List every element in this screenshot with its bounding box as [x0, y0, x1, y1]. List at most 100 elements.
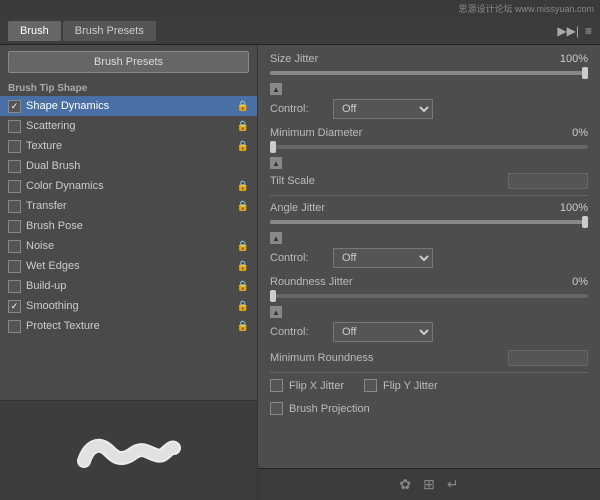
item-label: Protect Texture — [26, 320, 237, 332]
tilt-scale-input[interactable] — [508, 173, 588, 189]
footer-icon-2[interactable]: ⊞ — [423, 476, 435, 493]
list-item[interactable]: Color Dynamics 🔒 — [0, 176, 257, 196]
size-jitter-row: Size Jitter 100% — [270, 53, 588, 65]
list-item[interactable]: Scattering 🔒 — [0, 116, 257, 136]
min-roundness-row: Minimum Roundness — [270, 350, 588, 366]
footer-icon-3[interactable]: ↵ — [447, 476, 459, 493]
control-select-3[interactable]: Off Fade Pen Pressure Pen Tilt — [333, 322, 433, 342]
list-item[interactable]: ✓ Smoothing 🔒 — [0, 296, 257, 316]
tab-brush[interactable]: Brush — [8, 21, 61, 41]
control-label-2: Control: — [270, 252, 325, 264]
checkbox[interactable] — [8, 280, 21, 293]
size-jitter-value: 100% — [538, 53, 588, 65]
item-label: Texture — [26, 140, 237, 152]
list-item[interactable]: Noise 🔒 — [0, 236, 257, 256]
flip-y-row: Flip Y Jitter — [364, 379, 438, 392]
brush-list: ✓ Shape Dynamics 🔒 Scattering 🔒 Texture … — [0, 96, 257, 400]
min-roundness-input[interactable] — [508, 350, 588, 366]
scroll-arrow-3[interactable]: ▲ — [270, 232, 282, 244]
lock-icon: 🔒 — [237, 201, 249, 212]
header-tabs: Brush Brush Presets — [8, 21, 156, 41]
checkbox[interactable] — [8, 180, 21, 193]
flip-y-label: Flip Y Jitter — [383, 380, 438, 392]
flip-x-checkbox[interactable] — [270, 379, 283, 392]
checkbox[interactable] — [8, 160, 21, 173]
tilt-scale-row: Tilt Scale — [270, 173, 588, 189]
checkbox[interactable] — [8, 260, 21, 273]
checkbox[interactable] — [8, 200, 21, 213]
roundness-jitter-slider[interactable] — [270, 294, 588, 298]
right-scroll: Size Jitter 100% ▲ Control: Off Fade — [258, 45, 600, 468]
preview-area — [0, 400, 257, 500]
control-label-3: Control: — [270, 326, 325, 338]
brush-projection-label: Brush Projection — [289, 403, 370, 415]
lock-icon: 🔒 — [237, 241, 249, 252]
min-diameter-value: 0% — [538, 127, 588, 139]
scroll-arrow-4[interactable]: ▲ — [270, 306, 282, 318]
control-row-2: Control: Off Fade Pen Pressure Pen Tilt — [270, 248, 588, 268]
checkbox[interactable] — [8, 220, 21, 233]
footer: ✿ ⊞ ↵ — [258, 468, 600, 500]
divider-2 — [270, 372, 588, 373]
header-bar: Brush Brush Presets ▶▶| ≡ — [0, 17, 600, 45]
menu-icon[interactable]: ≡ — [585, 24, 592, 38]
checkbox[interactable]: ✓ — [8, 100, 21, 113]
list-item[interactable]: Protect Texture 🔒 — [0, 316, 257, 336]
angle-jitter-slider[interactable] — [270, 220, 588, 224]
min-roundness-label: Minimum Roundness — [270, 352, 508, 364]
right-panel: Size Jitter 100% ▲ Control: Off Fade — [258, 45, 600, 500]
flip-x-label: Flip X Jitter — [289, 380, 344, 392]
sidebar-btn-row: Brush Presets — [0, 45, 257, 79]
list-item[interactable]: Wet Edges 🔒 — [0, 256, 257, 276]
item-label: Dual Brush — [26, 160, 249, 172]
item-label: Transfer — [26, 200, 237, 212]
list-item[interactable]: Brush Pose — [0, 216, 257, 236]
brush-presets-button[interactable]: Brush Presets — [8, 51, 249, 73]
lock-icon: 🔒 — [237, 301, 249, 312]
min-diameter-slider[interactable] — [270, 145, 588, 149]
scroll-up-arrow[interactable]: ▲ — [270, 83, 282, 95]
list-item[interactable]: Build-up 🔒 — [0, 276, 257, 296]
tilt-scale-label: Tilt Scale — [270, 175, 508, 187]
size-jitter-label: Size Jitter — [270, 53, 538, 65]
lock-icon: 🔒 — [237, 281, 249, 292]
min-diameter-row: Minimum Diameter 0% — [270, 127, 588, 139]
checkbox[interactable] — [8, 240, 21, 253]
size-jitter-slider[interactable] — [270, 71, 588, 75]
lock-icon: 🔒 — [237, 181, 249, 192]
flip-y-checkbox[interactable] — [364, 379, 377, 392]
checkbox[interactable] — [8, 320, 21, 333]
item-label: Smoothing — [26, 300, 237, 312]
control-select-2[interactable]: Off Fade Pen Pressure Pen Tilt — [333, 248, 433, 268]
checkbox[interactable]: ✓ — [8, 300, 21, 313]
angle-jitter-label: Angle Jitter — [270, 202, 538, 214]
roundness-jitter-row: Roundness Jitter 0% — [270, 276, 588, 288]
lock-icon: 🔒 — [237, 121, 249, 132]
brush-preview — [74, 416, 184, 486]
tab-brush-presets[interactable]: Brush Presets — [63, 21, 156, 41]
flip-x-row: Flip X Jitter — [270, 379, 344, 392]
scroll-arrow-2[interactable]: ▲ — [270, 157, 282, 169]
list-item[interactable]: Dual Brush — [0, 156, 257, 176]
divider-1 — [270, 195, 588, 196]
control-select-1[interactable]: Off Fade Pen Pressure Pen Tilt — [333, 99, 433, 119]
brush-projection-checkbox[interactable] — [270, 402, 283, 415]
sidebar: Brush Presets Brush Tip Shape ✓ Shape Dy… — [0, 45, 258, 500]
list-item[interactable]: Transfer 🔒 — [0, 196, 257, 216]
angle-jitter-value: 100% — [538, 202, 588, 214]
brush-panel: 思源设计论坛 www.missyuan.com Brush Brush Pres… — [0, 0, 600, 500]
watermark: 思源设计论坛 www.missyuan.com — [0, 0, 600, 17]
min-diameter-label: Minimum Diameter — [270, 127, 538, 139]
checkbox[interactable] — [8, 120, 21, 133]
item-label: Scattering — [26, 120, 237, 132]
item-label: Shape Dynamics — [26, 100, 237, 112]
list-item[interactable]: Texture 🔒 — [0, 136, 257, 156]
lock-icon: 🔒 — [237, 101, 249, 112]
checkbox[interactable] — [8, 140, 21, 153]
item-label: Noise — [26, 240, 237, 252]
collapse-icon[interactable]: ▶▶| — [557, 24, 579, 38]
control-row-1: Control: Off Fade Pen Pressure Pen Tilt — [270, 99, 588, 119]
angle-jitter-row: Angle Jitter 100% — [270, 202, 588, 214]
footer-icon-1[interactable]: ✿ — [399, 476, 411, 493]
list-item[interactable]: ✓ Shape Dynamics 🔒 — [0, 96, 257, 116]
